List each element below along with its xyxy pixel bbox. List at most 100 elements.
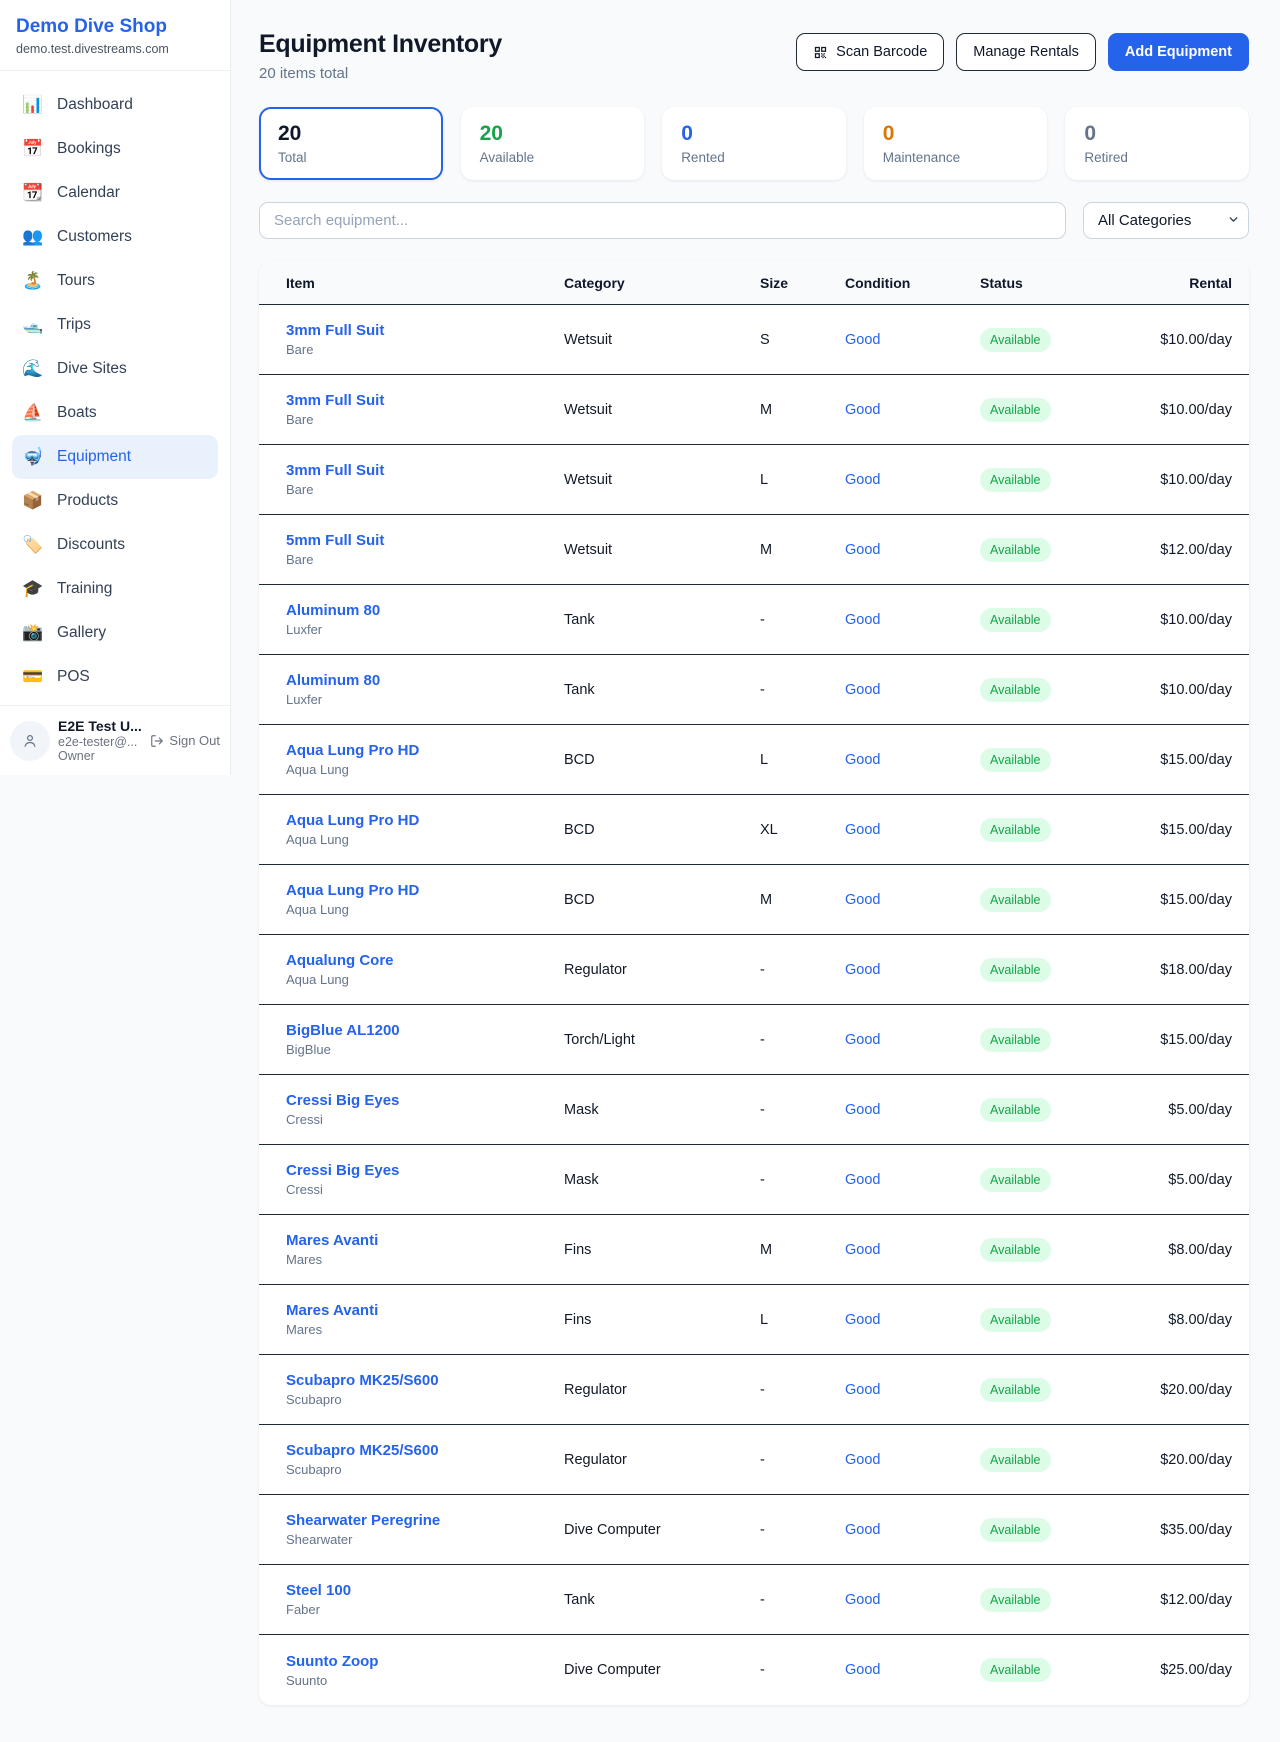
sign-out-button[interactable]: Sign Out (150, 733, 220, 748)
category-cell: Wetsuit (564, 402, 760, 418)
manage-rentals-button[interactable]: Manage Rentals (956, 33, 1096, 71)
item-name-link[interactable]: Mares Avanti (286, 1232, 564, 1249)
tours-icon: 🏝️ (22, 271, 44, 291)
condition-link[interactable]: Good (845, 892, 980, 908)
stat-card-maintenance[interactable]: 0Maintenance (864, 107, 1048, 180)
sidebar-item-customers[interactable]: 👥Customers (12, 215, 218, 259)
condition-link[interactable]: Good (845, 1032, 980, 1048)
item-name-link[interactable]: 5mm Full Suit (286, 532, 564, 549)
item-name-link[interactable]: BigBlue AL1200 (286, 1022, 564, 1039)
table-row: 5mm Full SuitBareWetsuitMGoodAvailable$1… (259, 515, 1249, 585)
condition-link[interactable]: Good (845, 962, 980, 978)
rental-cell: $20.00/day (1155, 1452, 1232, 1468)
size-cell: M (760, 1242, 845, 1258)
sidebar-item-tours[interactable]: 🏝️Tours (12, 259, 218, 303)
rental-cell: $5.00/day (1155, 1172, 1232, 1188)
sidebar-item-dive-sites[interactable]: 🌊Dive Sites (12, 347, 218, 391)
category-cell: Regulator (564, 1382, 760, 1398)
stat-card-rented[interactable]: 0Rented (662, 107, 846, 180)
sidebar-item-label: Dashboard (57, 96, 133, 114)
rental-cell: $12.00/day (1155, 542, 1232, 558)
item-cell: 3mm Full SuitBare (286, 322, 564, 357)
item-cell: 3mm Full Suit Bare (286, 462, 564, 497)
item-name-link[interactable]: Aluminum 80 (286, 672, 564, 689)
item-name-link[interactable]: Suunto Zoop (286, 1653, 564, 1670)
sidebar-item-pos[interactable]: 💳POS (12, 655, 218, 699)
rental-cell: $10.00/day (1155, 472, 1232, 488)
page-header: Equipment Inventory 20 items total Scan … (259, 30, 1249, 82)
stat-card-available[interactable]: 20Available (461, 107, 645, 180)
condition-link[interactable]: Good (845, 472, 980, 488)
status-badge: Available (980, 1308, 1051, 1332)
add-equipment-button[interactable]: Add Equipment (1108, 33, 1249, 71)
sidebar-item-trips[interactable]: 🛥️Trips (12, 303, 218, 347)
category-cell: Tank (564, 612, 760, 628)
sidebar-item-discounts[interactable]: 🏷️Discounts (12, 523, 218, 567)
item-name-link[interactable]: Aluminum 80 (286, 602, 564, 619)
item-name-link[interactable]: Cressi Big Eyes (286, 1092, 564, 1109)
condition-link[interactable]: Good (845, 1172, 980, 1188)
shop-logo[interactable]: Demo Dive Shop (16, 16, 214, 38)
stat-value: 0 (1084, 122, 1230, 146)
sidebar-item-equipment[interactable]: 🤿Equipment (12, 435, 218, 479)
condition-link[interactable]: Good (845, 1102, 980, 1118)
status-cell: Available (980, 1658, 1155, 1682)
size-cell: - (760, 1662, 845, 1678)
condition-link[interactable]: Good (845, 1452, 980, 1468)
item-name-link[interactable]: Mares Avanti (286, 1302, 564, 1319)
category-cell: Wetsuit (564, 472, 760, 488)
sidebar-item-boats[interactable]: ⛵Boats (12, 391, 218, 435)
sidebar-item-label: Products (57, 492, 118, 510)
table-body: 3mm Full SuitBareWetsuitSGoodAvailable$1… (259, 305, 1249, 1705)
item-name-link[interactable]: Cressi Big Eyes (286, 1162, 564, 1179)
condition-link[interactable]: Good (845, 1662, 980, 1678)
item-name-link[interactable]: Aqua Lung Pro HD (286, 742, 564, 759)
condition-link[interactable]: Good (845, 1522, 980, 1538)
item-brand: Bare (286, 482, 564, 497)
sidebar-item-calendar[interactable]: 📆Calendar (12, 171, 218, 215)
item-brand: BigBlue (286, 1042, 564, 1057)
item-name-link[interactable]: Scubapro MK25/S600 (286, 1372, 564, 1389)
add-equipment-label: Add Equipment (1125, 44, 1232, 60)
condition-link[interactable]: Good (845, 542, 980, 558)
stat-card-total[interactable]: 20Total (259, 107, 443, 180)
sidebar-item-dashboard[interactable]: 📊 Dashboard (12, 83, 218, 127)
condition-link[interactable]: Good (845, 822, 980, 838)
condition-link[interactable]: Good (845, 1312, 980, 1328)
category-select[interactable]: All Categories (1083, 202, 1249, 239)
condition-link[interactable]: Good (845, 682, 980, 698)
status-cell: Available (980, 958, 1155, 982)
item-name-link[interactable]: 3mm Full Suit (286, 392, 564, 409)
sidebar-item-bookings[interactable]: 📅Bookings (12, 127, 218, 171)
category-cell: Fins (564, 1242, 760, 1258)
stat-card-retired[interactable]: 0Retired (1065, 107, 1249, 180)
condition-link[interactable]: Good (845, 1242, 980, 1258)
scan-barcode-button[interactable]: Scan Barcode (796, 33, 944, 71)
item-name-link[interactable]: 3mm Full Suit (286, 462, 564, 479)
sidebar-item-products[interactable]: 📦Products (12, 479, 218, 523)
sidebar-item-label: Training (57, 580, 112, 598)
item-cell: Aqua Lung Pro HDAqua Lung (286, 812, 564, 847)
condition-link[interactable]: Good (845, 332, 980, 348)
dashboard-icon: 📊 (22, 95, 44, 115)
search-input[interactable] (259, 202, 1066, 239)
table-row: Scubapro MK25/S600ScubaproRegulator-Good… (259, 1425, 1249, 1495)
item-name-link[interactable]: Aqualung Core (286, 952, 564, 969)
item-name-link[interactable]: Scubapro MK25/S600 (286, 1442, 564, 1459)
item-name-link[interactable]: Aqua Lung Pro HD (286, 882, 564, 899)
condition-link[interactable]: Good (845, 1592, 980, 1608)
condition-link[interactable]: Good (845, 402, 980, 418)
size-cell: - (760, 962, 845, 978)
item-name-link[interactable]: Shearwater Peregrine (286, 1512, 564, 1529)
condition-link[interactable]: Good (845, 752, 980, 768)
item-name-link[interactable]: 3mm Full Suit (286, 322, 564, 339)
condition-link[interactable]: Good (845, 612, 980, 628)
status-badge: Available (980, 1238, 1051, 1262)
item-name-link[interactable]: Steel 100 (286, 1582, 564, 1599)
condition-link[interactable]: Good (845, 1382, 980, 1398)
sidebar-item-gallery[interactable]: 📸Gallery (12, 611, 218, 655)
item-name-link[interactable]: Aqua Lung Pro HD (286, 812, 564, 829)
table-row: Aluminum 80LuxferTank-GoodAvailable$10.0… (259, 655, 1249, 725)
sidebar-item-training[interactable]: 🎓Training (12, 567, 218, 611)
stat-label: Maintenance (883, 150, 1029, 165)
